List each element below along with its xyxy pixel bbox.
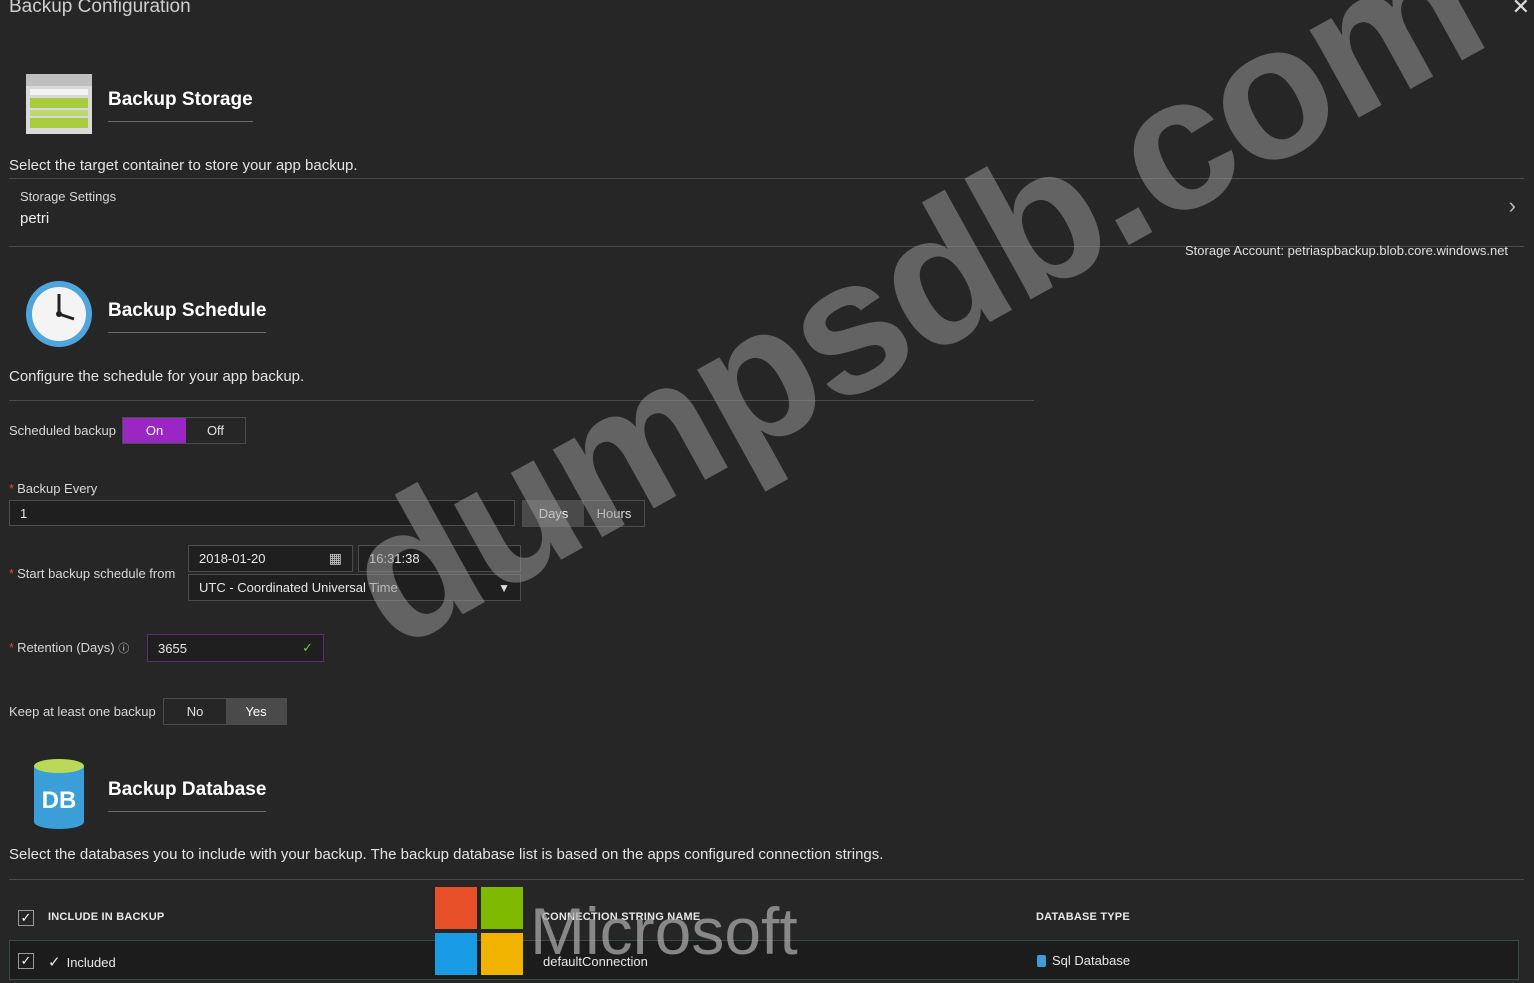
chevron-down-icon: ▼: [498, 580, 510, 595]
chevron-right-icon: ›: [1508, 193, 1516, 218]
divider: [9, 178, 1524, 179]
clock-icon: [24, 278, 94, 348]
unit-hours-option[interactable]: Hours: [584, 501, 644, 526]
type-cell: Sql Database: [1037, 953, 1130, 968]
include-cell: ✓ Included: [48, 953, 116, 971]
connection-cell: defaultConnection: [543, 954, 648, 969]
divider: [9, 879, 1524, 880]
scheduled-backup-off-option[interactable]: Off: [186, 418, 245, 443]
database-icon: DB: [24, 756, 94, 829]
sql-database-icon: [1037, 954, 1046, 967]
calendar-icon[interactable]: ▦: [329, 550, 342, 567]
retention-label: * Retention (Days) ⓘ: [9, 640, 130, 655]
scheduled-backup-on-option[interactable]: On: [123, 418, 186, 443]
keep-backup-label: Keep at least one backup: [9, 704, 156, 719]
retention-input[interactable]: 3655 ✓: [147, 634, 324, 662]
include-value: Included: [66, 954, 116, 970]
svg-text:DB: DB: [42, 787, 77, 814]
storage-settings-label: Storage Settings: [20, 189, 117, 204]
type-value: Sql Database: [1052, 953, 1131, 968]
column-header-include[interactable]: INCLUDE IN BACKUP: [48, 911, 164, 923]
keep-yes-option[interactable]: Yes: [226, 699, 286, 724]
keep-backup-toggle[interactable]: No Yes: [163, 698, 287, 725]
column-header-type[interactable]: DATABASE TYPE: [1036, 911, 1130, 923]
keep-no-option[interactable]: No: [164, 699, 226, 724]
database-description: Select the databases you to include with…: [9, 846, 884, 863]
start-date-value: 2018-01-20: [199, 551, 266, 566]
database-section-title: Backup Database: [108, 779, 267, 812]
column-header-connection[interactable]: CONNECTION STRING NAME: [542, 911, 700, 923]
storage-description: Select the target container to store you…: [9, 157, 358, 174]
backup-every-input[interactable]: 1: [9, 500, 515, 526]
info-icon[interactable]: ⓘ: [118, 643, 129, 655]
retention-value: 3655: [158, 640, 187, 656]
scheduled-backup-label: Scheduled backup: [9, 423, 116, 438]
checkmark-icon: ✓: [48, 954, 61, 971]
backup-unit-toggle[interactable]: Days Hours: [522, 500, 645, 527]
row-checkbox[interactable]: ✓: [18, 953, 34, 969]
schedule-description: Configure the schedule for your app back…: [9, 368, 305, 385]
start-date-input[interactable]: 2018-01-20 ▦: [188, 545, 353, 572]
unit-days-option[interactable]: Days: [523, 501, 584, 526]
start-time-input[interactable]: 16:31:38: [358, 545, 521, 572]
schedule-section-title: Backup Schedule: [108, 300, 267, 333]
storage-settings-value: petri: [20, 210, 50, 227]
close-icon[interactable]: ✕: [1512, 0, 1530, 20]
storage-icon: [24, 72, 94, 142]
start-schedule-label: * Start backup schedule from: [9, 566, 176, 581]
select-all-checkbox[interactable]: ✓: [18, 910, 34, 926]
storage-settings-selector[interactable]: Storage Settings petri ›: [9, 183, 1524, 245]
storage-section-title: Backup Storage: [108, 89, 253, 122]
timezone-select[interactable]: UTC - Coordinated Universal Time ▼: [188, 574, 521, 601]
divider: [9, 400, 1034, 401]
checkmark-icon: ✓: [302, 640, 313, 655]
backup-every-label: * Backup Every: [9, 481, 98, 496]
scheduled-backup-toggle[interactable]: On Off: [122, 417, 246, 444]
timezone-value: UTC - Coordinated Universal Time: [199, 580, 398, 595]
microsoft-logo: [435, 887, 523, 975]
window-title: Backup Configuration: [9, 0, 191, 17]
storage-account-text: Storage Account: petriaspbackup.blob.cor…: [1185, 243, 1509, 258]
table-row[interactable]: ✓ ✓ Included defaultConnection Sql Datab…: [9, 940, 1519, 980]
